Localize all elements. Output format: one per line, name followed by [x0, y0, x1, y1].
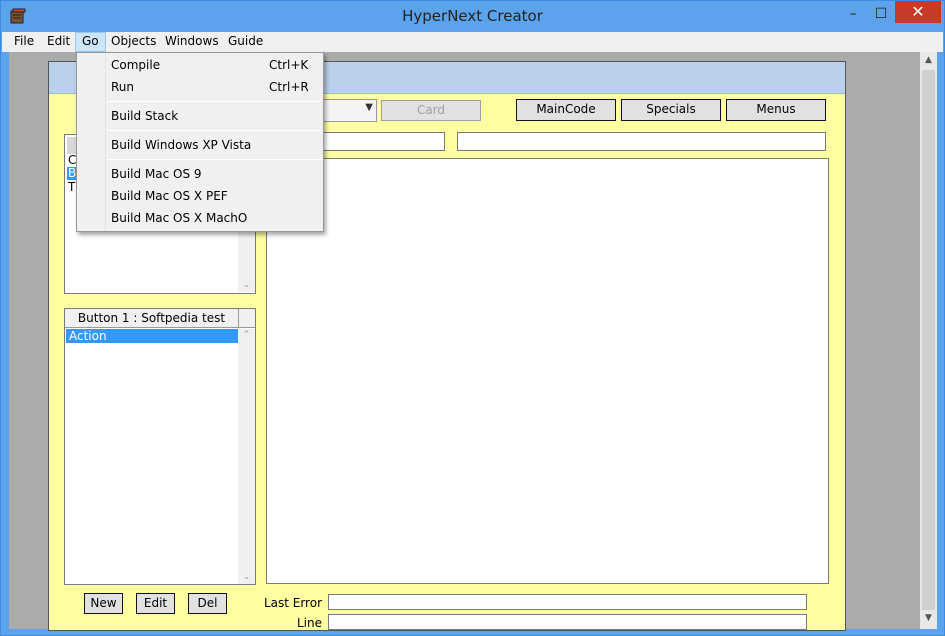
del-button[interactable]: Del [188, 593, 227, 614]
scroll-up-arrow-icon[interactable]: ⌃ [238, 330, 255, 340]
maincode-button[interactable]: MainCode [516, 99, 616, 121]
menu-separator [107, 159, 321, 160]
menu-go[interactable]: Go [75, 32, 106, 52]
chevron-down-icon: ▼ [365, 102, 373, 113]
menu-item-shortcut: Ctrl+R [269, 80, 309, 94]
scroll-up-arrow-icon[interactable]: ▲ [920, 52, 937, 69]
menu-item-run[interactable]: Run Ctrl+R [78, 77, 322, 97]
menu-separator [107, 101, 321, 102]
edit-button[interactable]: Edit [136, 593, 175, 614]
menu-file[interactable]: File [8, 32, 40, 52]
menu-item-build-mac-os-9[interactable]: Build Mac OS 9 [78, 164, 322, 184]
line-field[interactable] [328, 614, 807, 630]
main-window: HyperNext Creator – ☐ ✕ File Edit Go Obj… [0, 0, 945, 636]
main-vertical-scrollbar[interactable]: ▲ ▼ [920, 52, 937, 629]
menu-windows[interactable]: Windows [159, 32, 225, 52]
menu-edit[interactable]: Edit [41, 32, 76, 52]
close-button[interactable]: ✕ [895, 1, 941, 23]
menu-item-label: Compile [111, 58, 161, 72]
menu-separator [107, 130, 321, 131]
menu-objects[interactable]: Objects [105, 32, 162, 52]
menu-item-compile[interactable]: Compile Ctrl+K [78, 55, 322, 75]
scroll-down-arrow-icon[interactable]: ⌄ [238, 280, 255, 290]
last-error-field[interactable] [328, 594, 807, 610]
object-name-field[interactable] [319, 132, 445, 151]
script-editor[interactable] [266, 158, 829, 584]
go-dropdown-menu: Compile Ctrl+K Run Ctrl+R Build Stack Bu… [76, 52, 324, 232]
line-label: Line [296, 616, 322, 630]
menu-item-build-stack[interactable]: Build Stack [78, 106, 322, 126]
window-title: HyperNext Creator [402, 7, 543, 25]
menus-button[interactable]: Menus [726, 99, 826, 121]
menu-item-build-mac-os-x-pef[interactable]: Build Mac OS X PEF [78, 186, 322, 206]
new-button[interactable]: New [84, 593, 123, 614]
card-select-combo[interactable]: ▼ [319, 99, 377, 122]
scroll-thumb[interactable] [922, 70, 935, 610]
last-error-label: Last Error [263, 596, 322, 610]
menu-item-label: Build Stack [111, 109, 179, 123]
maximize-button[interactable]: ☐ [867, 1, 895, 29]
scroll-down-arrow-icon[interactable]: ▼ [920, 610, 937, 627]
menu-item-label: Build Mac OS 9 [111, 167, 202, 181]
card-button[interactable]: Card [381, 100, 481, 121]
menu-item-label: Build Windows XP Vista [111, 138, 252, 152]
handler-list-scrollbar[interactable]: ⌃ ⌄ [238, 329, 255, 584]
handler-list-header: Button 1 : Softpedia test [65, 309, 238, 328]
minimize-button[interactable]: – [839, 1, 867, 29]
handler-list-header-corner [238, 309, 255, 328]
menu-item-label: Build Mac OS X MachO [111, 211, 248, 225]
menu-item-build-windows[interactable]: Build Windows XP Vista [78, 135, 322, 155]
handler-list[interactable]: Button 1 : Softpedia test Action ⌃ ⌄ [64, 308, 256, 585]
menu-item-shortcut: Ctrl+K [269, 58, 309, 72]
menu-item-build-mac-os-x-macho[interactable]: Build Mac OS X MachO [78, 208, 322, 228]
menu-guide[interactable]: Guide [222, 32, 269, 52]
menu-item-label: Build Mac OS X PEF [111, 189, 228, 203]
handler-list-item-selected[interactable]: Action [66, 329, 238, 343]
title-bar[interactable]: HyperNext Creator – ☐ ✕ [1, 1, 944, 32]
menu-bar: File Edit Go Objects Windows Guide [2, 32, 943, 52]
object-info-field[interactable] [457, 132, 826, 151]
menu-item-label: Run [111, 80, 135, 94]
specials-button[interactable]: Specials [621, 99, 721, 121]
object-list-item[interactable]: T [68, 180, 75, 194]
scroll-down-arrow-icon[interactable]: ⌄ [238, 572, 255, 582]
